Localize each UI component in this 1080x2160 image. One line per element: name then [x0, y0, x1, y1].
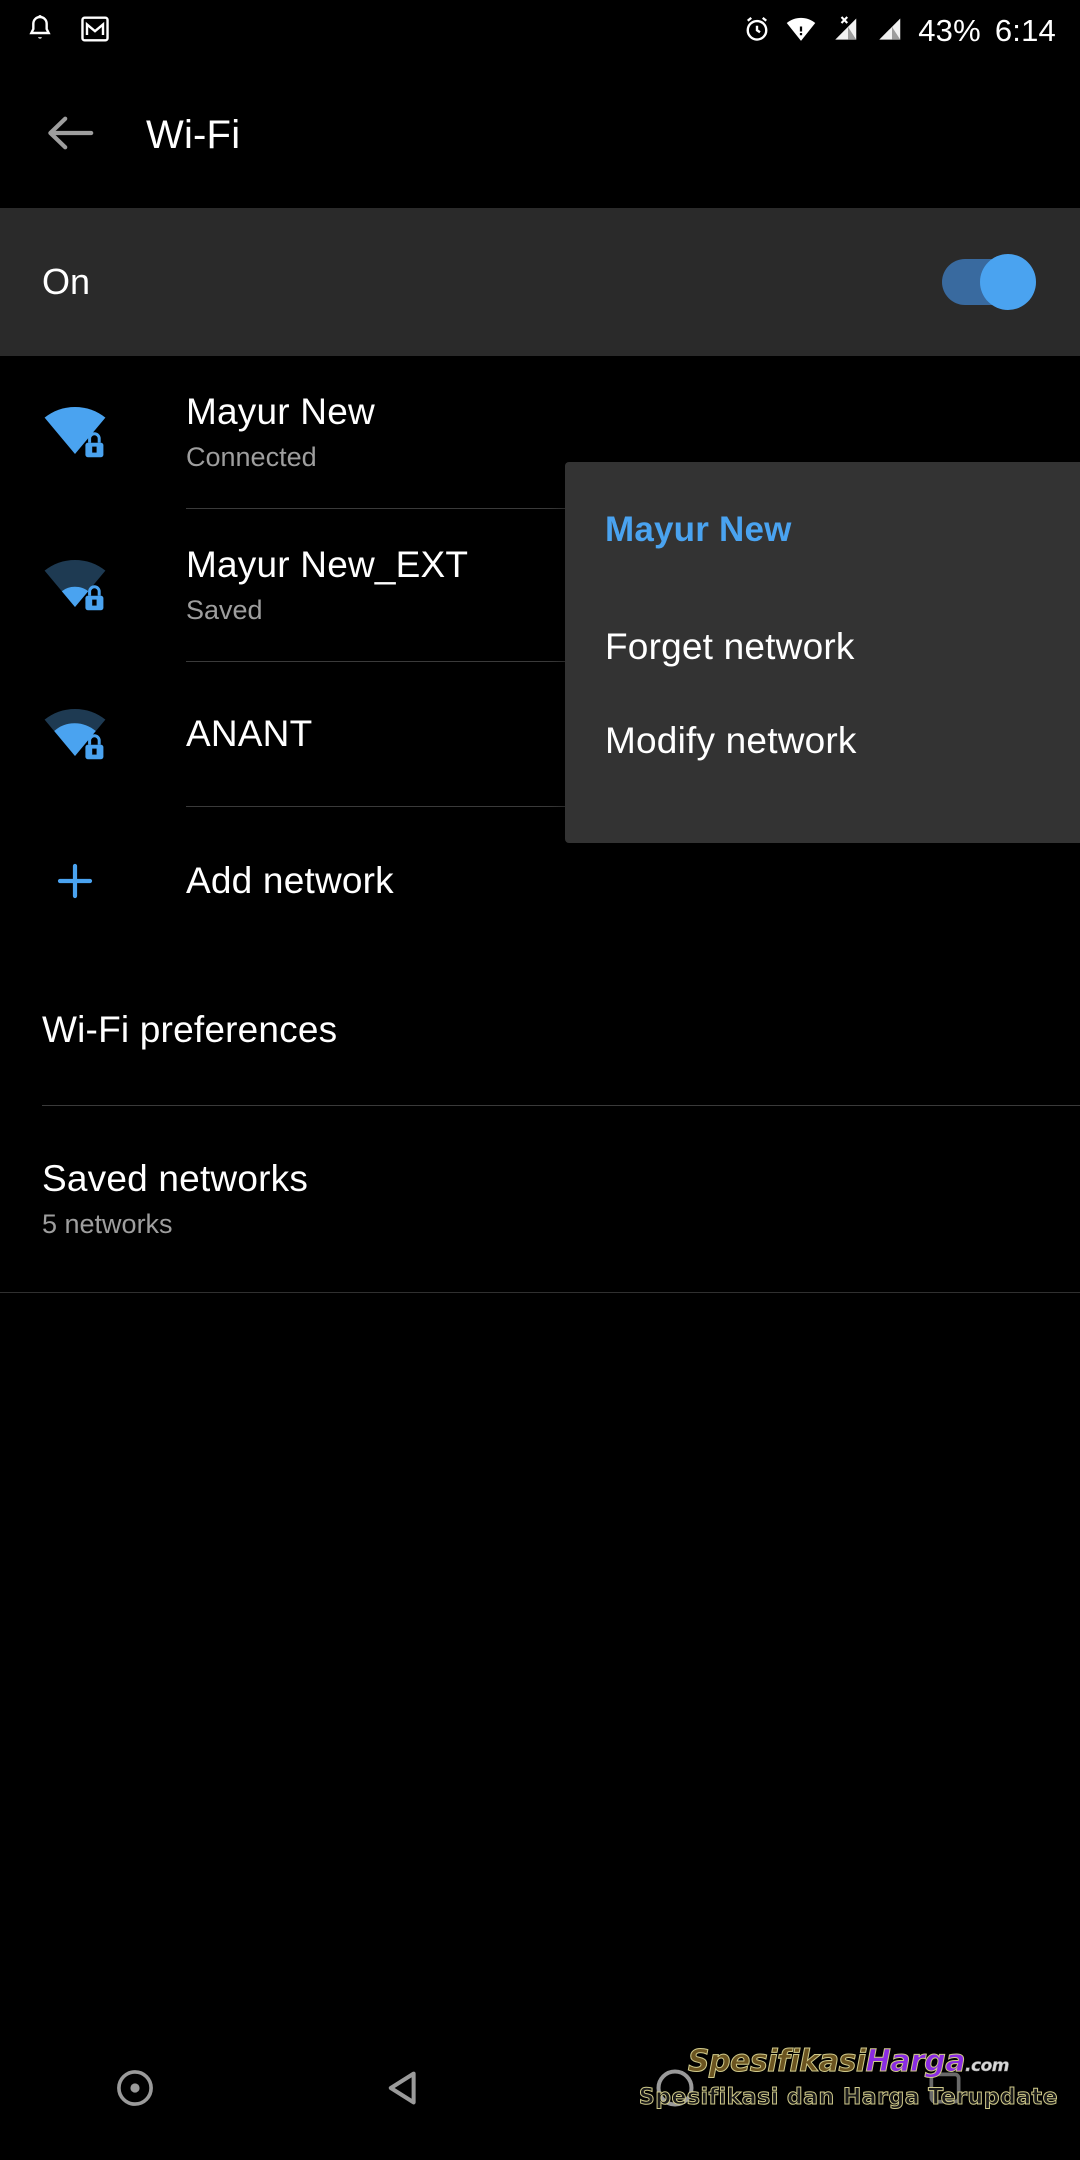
status-bar: 43% 6:14 [0, 0, 1080, 62]
context-menu-item-modify-network[interactable]: Modify network [565, 694, 1080, 788]
signal-no-sim-icon [830, 14, 860, 49]
list-divider [0, 1292, 1080, 1293]
battery-percent-label: 43% [918, 13, 981, 48]
page-title: Wi-Fi [146, 112, 241, 157]
back-triangle-icon [382, 2065, 428, 2116]
home-circle-icon [652, 2065, 698, 2116]
add-network-label: Add network [186, 860, 394, 901]
network-context-menu: Mayur New Forget network Modify network [565, 462, 1080, 843]
android-wifi-settings-screen: 43% 6:14 Wi-Fi On Mayur New Connected Ma… [0, 0, 1080, 2160]
wifi-lock-icon [42, 706, 108, 762]
network-row-text: Mayur New_EXT Saved [186, 542, 468, 628]
wifi-lock-icon [42, 557, 108, 613]
network-row-text: Mayur New Connected [186, 389, 375, 475]
recents-button-nav[interactable] [810, 2067, 1080, 2114]
network-ssid: Mayur New_EXT [186, 544, 469, 585]
wifi-icon [786, 15, 816, 48]
wifi-master-switch-row[interactable]: On [0, 208, 1080, 356]
back-button-nav[interactable] [270, 2065, 540, 2116]
saved-networks-text: Saved networks 5 networks [42, 1156, 308, 1242]
back-button[interactable] [42, 107, 98, 163]
wifi-state-label: On [42, 261, 91, 302]
signal-bars-icon [874, 14, 904, 49]
back-arrow-icon [45, 113, 95, 158]
status-bar-left-icons [24, 12, 112, 51]
clock-label: 6:14 [994, 13, 1056, 48]
network-ssid: ANANT [186, 713, 313, 754]
wifi-toggle-thumb[interactable] [980, 254, 1036, 310]
alarm-icon [742, 14, 772, 49]
saved-networks-count: 5 networks [42, 1209, 173, 1239]
context-menu-header: Mayur New [605, 510, 792, 549]
plus-icon [42, 857, 108, 905]
context-menu-item-forget-network[interactable]: Forget network [565, 600, 1080, 694]
network-row-text: ANANT [186, 711, 312, 757]
wifi-preferences-label: Wi-Fi preferences [42, 1009, 338, 1050]
app-toolbar: Wi-Fi [0, 62, 1080, 208]
screen-record-icon [112, 2065, 158, 2116]
recents-square-icon [924, 2067, 966, 2114]
status-bar-right-icons: 43% 6:14 [742, 0, 1056, 62]
wifi-preferences-text: Wi-Fi preferences [42, 1007, 337, 1053]
saved-networks-label: Saved networks [42, 1158, 309, 1199]
wifi-preferences-row[interactable]: Wi-Fi preferences [0, 955, 1080, 1105]
add-network-text: Add network [186, 858, 394, 904]
wifi-lock-icon [42, 404, 108, 460]
network-status: Saved [186, 595, 263, 625]
context-menu-item-label: Modify network [605, 720, 857, 761]
screen-record-button[interactable] [0, 2065, 270, 2116]
system-navigation-bar [0, 2020, 1080, 2160]
context-menu-item-label: Forget network [605, 626, 855, 667]
network-ssid: Mayur New [186, 391, 375, 432]
saved-networks-row[interactable]: Saved networks 5 networks [0, 1106, 1080, 1292]
home-button-nav[interactable] [540, 2065, 810, 2116]
network-status: Connected [186, 442, 317, 472]
gmail-icon [78, 13, 112, 50]
notification-bell-icon [24, 12, 56, 51]
